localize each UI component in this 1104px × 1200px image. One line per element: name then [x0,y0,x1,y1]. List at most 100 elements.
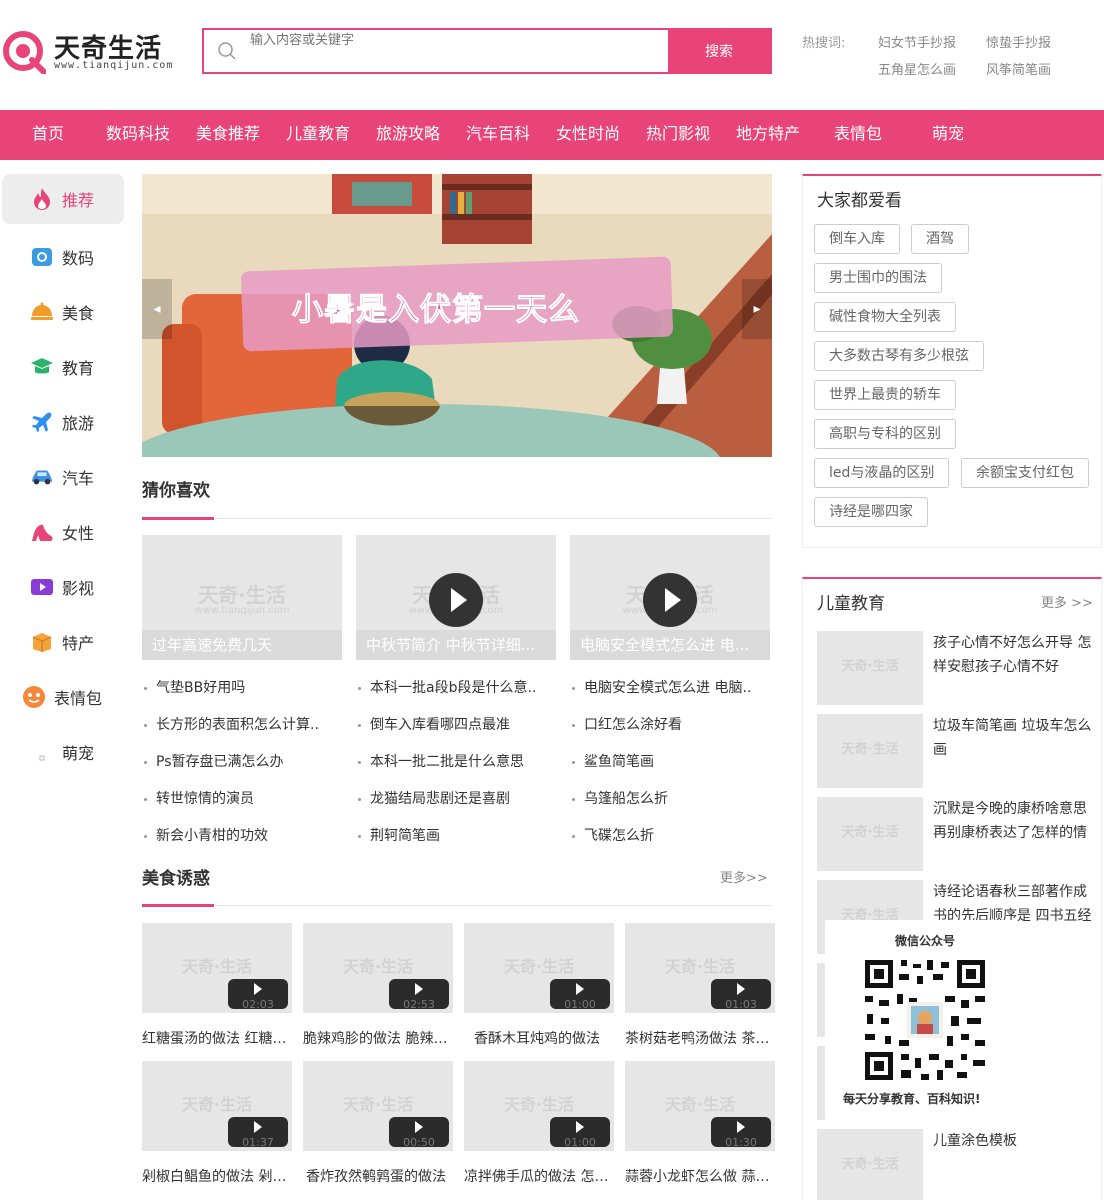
watermark: 天奇·生活 [841,1157,899,1172]
video-duration: 01:00 [564,1136,596,1149]
popular-tag[interactable]: 倒车入库 [814,224,900,254]
food-caption[interactable]: 香酥木耳炖鸡的做法 [474,1028,626,1048]
food-caption[interactable]: 脆辣鸡胗的做法 脆辣鸡... [303,1028,455,1048]
list-item[interactable]: 鲨鱼简笔画 [570,744,760,781]
sidebar-item-recommend[interactable]: 推荐 [2,174,124,224]
education-item[interactable]: 天奇·生活 沉默是今晚的康桥啥意思 再别康桥表达了怎样的情 [817,797,1099,871]
list-item[interactable]: 龙猫结局悲剧还是喜剧 [356,781,546,818]
list-item[interactable]: 转世惊情的演员 [142,781,332,818]
education-item[interactable]: 天奇·生活 孩子心情不好怎么开导 怎样安慰孩子心情不好 [817,631,1099,705]
nav-item-specialty[interactable]: 地方特产 [736,110,800,160]
list-item[interactable]: 气垫BB好用吗 [142,670,332,707]
site-logo[interactable]: 天奇生活 www.tianqijun.com [2,28,182,74]
food-caption[interactable]: 剁椒白鲳鱼的做法 剁椒... [142,1166,294,1186]
list-item[interactable]: 新会小青柑的功效 [142,818,332,855]
education-item-title: 沉默是今晚的康桥啥意思 再别康桥表达了怎样的情 [933,801,1087,841]
search-input[interactable] [250,30,668,50]
sidebar-item-specialty[interactable]: 特产 [2,614,124,669]
banner-prev-button[interactable]: ◂ [142,279,172,339]
list-item[interactable]: 荆轲简笔画 [356,818,546,855]
education-thumb: 天奇·生活 [817,1129,923,1200]
sidebar-item-digital[interactable]: 数码 [2,229,124,284]
play-icon[interactable] [429,573,483,627]
food-video-thumb[interactable]: 天奇·生活 01:00 [464,923,614,1013]
nav-item-education[interactable]: 儿童教育 [286,110,350,160]
video-duration: 01:03 [725,998,757,1011]
sidebar-item-emoji[interactable]: 表情包 [0,669,124,724]
hot-link[interactable]: 风筝简笔画 [986,59,1094,78]
nav-item-movies[interactable]: 热门影视 [646,110,710,160]
list-item[interactable]: 口红怎么涂好看 [570,707,760,744]
hot-link[interactable]: 妇女节手抄报 [878,32,986,51]
popular-title: 大家都爱看 [817,191,902,211]
food-video-thumb[interactable]: 天奇·生活 02:03 [142,923,292,1013]
nav-item-women[interactable]: 女性时尚 [556,110,620,160]
watermark: 天奇·生活 [664,1095,736,1114]
list-item[interactable]: 本科一批a段b段是什么意.. [356,670,546,707]
pet-icon [30,740,54,764]
graduation-cap-icon [30,355,54,379]
food-video-thumb[interactable]: 天奇·生活 00:50 [303,1061,453,1151]
nav-item-food[interactable]: 美食推荐 [196,110,260,160]
banner-carousel[interactable]: 小暑是入伏第一天么 ◂ ▸ [142,174,772,457]
sidebar-item-auto[interactable]: 汽车 [2,449,124,504]
list-item[interactable]: 长方形的表面积怎么计算.. [142,707,332,744]
food-caption[interactable]: 香炸孜然鹌鹑蛋的做法 [306,1166,458,1186]
sidebar-item-label: 表情包 [54,688,103,708]
hot-link[interactable]: 惊蛰手抄报 [986,32,1094,51]
sidebar-item-women[interactable]: 女性 [2,504,124,559]
list-item[interactable]: 电脑安全模式怎么进 电脑.. [570,670,760,707]
popular-tag[interactable]: 诗经是哪四家 [814,497,928,527]
category-sidebar: 推荐 数码 美食 教育 旅游 汽车 女性 影视 特产 表情包 萌宠 [2,174,124,779]
popular-tag[interactable]: 大多数古琴有多少根弦 [814,341,984,371]
nav-item-auto[interactable]: 汽车百科 [466,110,530,160]
list-item[interactable]: 倒车入库看哪四点最准 [356,707,546,744]
popular-tag[interactable]: 碱性食物大全列表 [814,302,956,332]
popular-tag[interactable]: 酒驾 [911,224,969,254]
food-caption[interactable]: 茶树菇老鸭汤做法 茶树... [625,1028,774,1048]
guess-card[interactable]: 天奇·生活 www.tianqijun.com 中秋节简介 中秋节详细... [356,535,556,660]
education-item[interactable]: 天奇·生活 儿童涂色模板 [817,1129,1099,1200]
list-item[interactable]: 飞碟怎么折 [570,818,760,855]
food-video-thumb[interactable]: 天奇·生活 02:53 [303,923,453,1013]
wechat-qr-code [861,956,989,1084]
sidebar-item-label: 特产 [62,633,95,653]
popular-tag[interactable]: 余额宝支付红包 [961,458,1089,488]
hot-link[interactable]: 五角星怎么画 [878,59,986,78]
logo-mark-icon [3,31,46,74]
nav-item-home[interactable]: 首页 [32,110,64,160]
food-video-thumb[interactable]: 天奇·生活 01:03 [625,923,775,1013]
sidebar-item-travel[interactable]: 旅游 [2,394,124,449]
list-item[interactable]: Ps暂存盘已满怎么办 [142,744,332,781]
education-more-link[interactable]: 更多 >> [1041,592,1093,611]
food-video-thumb[interactable]: 天奇·生活 01:37 [142,1061,292,1151]
nav-item-pets[interactable]: 萌宠 [932,110,964,160]
sidebar-item-food[interactable]: 美食 [2,284,124,339]
guess-card[interactable]: 天奇·生活 www.tianqijun.com 电脑安全模式怎么进 电... [570,535,770,660]
list-item[interactable]: 本科一批二批是什么意思 [356,744,546,781]
education-item[interactable]: 天奇·生活 垃圾车简笔画 垃圾车怎么画 [817,714,1099,788]
food-caption[interactable]: 红糖蛋汤的做法 红糖蛋... [142,1028,294,1048]
food-caption[interactable]: 蒜蓉小龙虾怎么做 蒜蓉... [625,1166,774,1186]
popular-tag[interactable]: led与液晶的区别 [814,458,950,488]
guess-card[interactable]: 天奇·生活 www.tianqijun.com 过年高速免费几天 [142,535,342,660]
popular-tag[interactable]: 男士围巾的围法 [814,263,942,293]
list-item[interactable]: 乌篷船怎么折 [570,781,760,818]
sidebar-item-education[interactable]: 教育 [2,339,124,394]
video-duration-badge: 02:53 [389,979,449,1011]
food-more-link[interactable]: 更多>> [720,867,768,886]
search-button[interactable]: 搜索 [668,30,770,72]
nav-item-digital[interactable]: 数码科技 [106,110,170,160]
food-caption[interactable]: 凉拌佛手瓜的做法 怎么... [464,1166,616,1186]
video-duration-badge: 02:03 [228,979,288,1011]
nav-item-travel[interactable]: 旅游攻略 [376,110,440,160]
sidebar-item-pets[interactable]: 萌宠 [2,724,124,779]
nav-item-emoji[interactable]: 表情包 [834,110,882,160]
play-icon[interactable] [643,573,697,627]
banner-next-button[interactable]: ▸ [742,279,772,339]
sidebar-item-movies[interactable]: 影视 [2,559,124,614]
food-video-thumb[interactable]: 天奇·生活 01:30 [625,1061,775,1151]
popular-tag[interactable]: 世界上最贵的轿车 [814,380,956,410]
popular-tag[interactable]: 高职与专科的区别 [814,419,956,449]
food-video-thumb[interactable]: 天奇·生活 01:00 [464,1061,614,1151]
